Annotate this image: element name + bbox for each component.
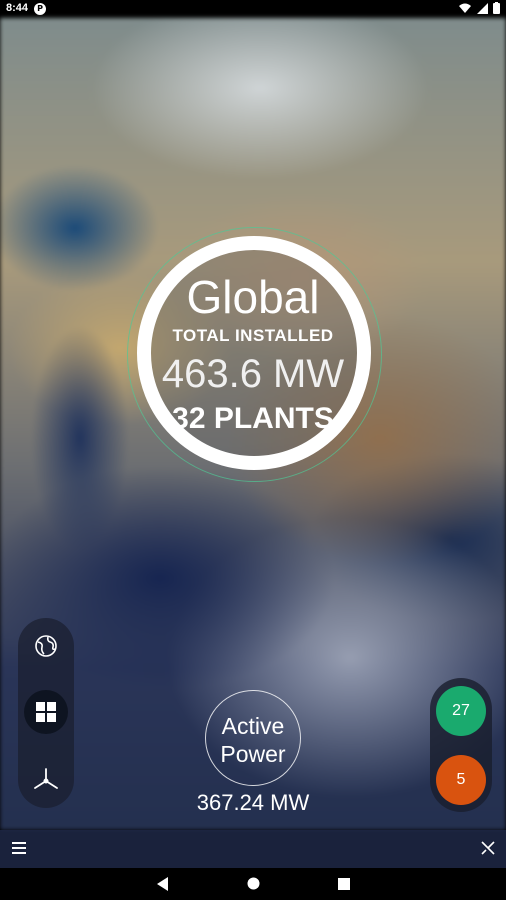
- total-installed-label: TOTAL INSTALLED: [172, 326, 334, 345]
- x-logo-icon[interactable]: [480, 840, 496, 856]
- system-status-icons: [459, 2, 500, 17]
- status-bar: 8:44 P: [0, 0, 506, 18]
- region-title: Global: [186, 271, 320, 323]
- wifi-icon: [459, 3, 471, 13]
- bottom-app-bar: [0, 830, 506, 868]
- menu-icon[interactable]: [12, 842, 26, 854]
- system-nav-bar: [0, 868, 506, 900]
- app-notification-icon: P: [34, 3, 46, 15]
- total-installed-value: 463.6 MW: [161, 352, 345, 396]
- home-button-icon[interactable]: [247, 877, 260, 890]
- status-time: 8:44: [6, 2, 29, 14]
- plants-count: 32 PLANTS: [172, 402, 334, 435]
- battery-icon: [493, 2, 500, 14]
- signal-icon: [476, 3, 488, 14]
- active-power-value: 367.24 MW: [196, 790, 310, 815]
- alert-count-badge[interactable]: 5: [436, 755, 486, 805]
- globe-icon: [35, 635, 57, 657]
- online-count-badge[interactable]: 27: [436, 686, 486, 736]
- back-button-icon[interactable]: [157, 877, 169, 891]
- globe-button[interactable]: [24, 624, 68, 668]
- recents-button-icon[interactable]: [338, 878, 350, 890]
